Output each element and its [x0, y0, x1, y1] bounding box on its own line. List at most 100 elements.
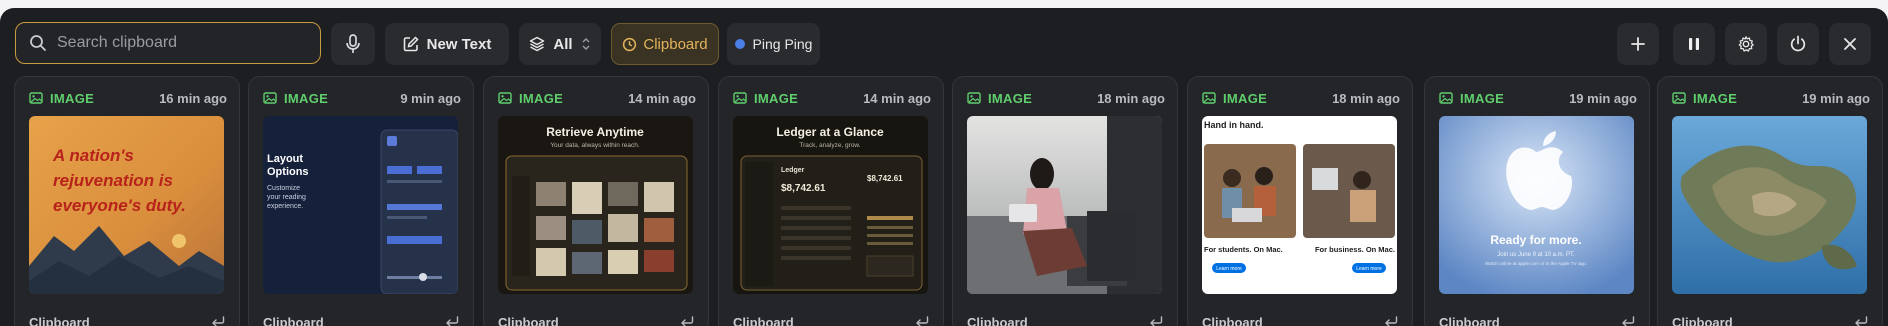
- clip-card[interactable]: IMAGE 18 min ago Hand in hand. For stude…: [1187, 76, 1413, 326]
- layers-icon: [530, 36, 545, 52]
- card-source: Clipboard: [498, 314, 559, 326]
- card-header: IMAGE 19 min ago: [1672, 89, 1870, 107]
- card-type: IMAGE: [284, 90, 329, 106]
- clip-card[interactable]: IMAGE 14 min ago Ledger at a Glance Trac…: [718, 76, 944, 326]
- thumb-amount2: $8,742.61: [867, 174, 903, 183]
- device-label: Ping Ping: [752, 36, 813, 52]
- device-dot: [734, 39, 745, 49]
- paste-return-icon[interactable]: [1149, 316, 1163, 326]
- thumb-text-line2: rejuvenation is: [53, 171, 173, 190]
- card-time: 18 min ago: [1097, 90, 1165, 106]
- card-footer: Clipboard: [1672, 313, 1868, 326]
- search-input[interactable]: [55, 33, 299, 53]
- paste-return-icon[interactable]: [1854, 316, 1868, 326]
- category-clipboard[interactable]: Clipboard: [611, 23, 719, 65]
- card-type: IMAGE: [1693, 90, 1738, 106]
- card-type: IMAGE: [50, 90, 95, 106]
- card-time: 9 min ago: [400, 90, 461, 106]
- search-icon: [30, 35, 46, 51]
- card-source: Clipboard: [1672, 314, 1733, 326]
- card-footer: Clipboard: [1439, 313, 1635, 326]
- paste-return-icon[interactable]: [211, 316, 225, 326]
- card-source: Clipboard: [263, 314, 324, 326]
- thumb-sub1: Customize: [267, 185, 300, 192]
- power-icon: [1790, 35, 1806, 52]
- card-header: IMAGE 14 min ago: [498, 89, 696, 107]
- card-footer: Clipboard: [733, 313, 929, 326]
- clip-card[interactable]: IMAGE 19 min ago Ready for more. Join us…: [1424, 76, 1650, 326]
- image-type-icon: [1202, 92, 1216, 104]
- image-type-icon: [498, 92, 512, 104]
- power-button[interactable]: [1777, 23, 1819, 65]
- image-thumbnail: Ledger at a Glance Track, analyze, grow.…: [733, 116, 928, 294]
- card-footer: Clipboard: [263, 313, 459, 326]
- gear-icon: [1738, 36, 1754, 52]
- microphone-icon: [346, 34, 360, 53]
- filter-label: All: [553, 35, 573, 53]
- paste-return-icon[interactable]: [1621, 316, 1635, 326]
- paste-return-icon[interactable]: [1384, 316, 1398, 326]
- thumb-title: Ledger at a Glance: [776, 125, 884, 139]
- new-text-label: New Text: [426, 35, 492, 53]
- close-button[interactable]: [1829, 23, 1871, 65]
- image-thumbnail: [1672, 116, 1867, 294]
- clip-card[interactable]: IMAGE 19 min ago Clipboard: [1657, 76, 1883, 326]
- image-thumbnail: Layout Options Customize your reading ex…: [263, 116, 458, 294]
- card-header: IMAGE 16 min ago: [29, 89, 227, 107]
- close-icon: [1844, 38, 1856, 50]
- thumb-panel-title: Ledger: [781, 167, 805, 174]
- filter-select[interactable]: All: [519, 23, 601, 65]
- thumb-sub2: Watch online at apple.com or in the Appl…: [1485, 261, 1587, 266]
- card-time: 19 min ago: [1569, 90, 1637, 106]
- clock-icon: [623, 37, 637, 51]
- clip-card[interactable]: IMAGE 14 min ago Retrieve Anytime Your d…: [483, 76, 709, 326]
- thumb-title: Retrieve Anytime: [546, 125, 644, 139]
- thumb-button1: Learn more: [1216, 266, 1242, 272]
- card-type: IMAGE: [754, 90, 799, 106]
- chevron-up-down-icon: [582, 38, 590, 50]
- clipboard-panel: New Text All Clipboard Ping Ping: [0, 8, 1888, 326]
- image-thumbnail: Ready for more. Join us June 9 at 10 a.m…: [1439, 116, 1634, 294]
- image-type-icon: [967, 92, 981, 104]
- image-type-icon: [29, 92, 43, 104]
- thumb-sub: Your data, always within reach.: [550, 142, 640, 149]
- search-box[interactable]: [15, 22, 321, 64]
- clip-card[interactable]: IMAGE 16 min ago A nation's rejuvenation…: [14, 76, 240, 326]
- paste-return-icon[interactable]: [915, 316, 929, 326]
- thumb-caption2: For business. On Mac.: [1315, 245, 1395, 254]
- image-type-icon: [1439, 92, 1453, 104]
- image-type-icon: [1672, 92, 1686, 104]
- card-header: IMAGE 9 min ago: [263, 89, 461, 107]
- paste-return-icon[interactable]: [680, 316, 694, 326]
- clip-card[interactable]: IMAGE 18 min ago Clipboard: [952, 76, 1178, 326]
- voice-input-button[interactable]: [331, 23, 375, 65]
- new-text-button[interactable]: New Text: [385, 23, 509, 65]
- add-button[interactable]: [1617, 23, 1659, 65]
- image-thumbnail: [967, 116, 1162, 294]
- edit-icon: [403, 36, 419, 52]
- card-type: IMAGE: [988, 90, 1033, 106]
- card-source: Clipboard: [29, 314, 90, 326]
- card-type: IMAGE: [519, 90, 564, 106]
- thumb-text-line3: everyone's duty.: [53, 196, 186, 215]
- card-time: 14 min ago: [863, 90, 931, 106]
- image-thumbnail: Retrieve Anytime Your data, always withi…: [498, 116, 693, 294]
- pause-icon: [1689, 38, 1699, 50]
- thumb-amount: $8,742.61: [781, 183, 826, 194]
- image-thumbnail: Hand in hand. For students. On Mac. For …: [1202, 116, 1397, 294]
- device-ping-ping[interactable]: Ping Ping: [727, 23, 820, 65]
- settings-button[interactable]: [1725, 23, 1767, 65]
- paste-return-icon[interactable]: [445, 316, 459, 326]
- clip-card[interactable]: IMAGE 9 min ago Layout Options Customize…: [248, 76, 474, 326]
- plus-icon: [1631, 37, 1645, 51]
- card-footer: Clipboard: [29, 313, 225, 326]
- card-header: IMAGE 18 min ago: [1202, 89, 1400, 107]
- thumb-title: Hand in hand.: [1204, 120, 1264, 130]
- pause-button[interactable]: [1673, 23, 1715, 65]
- image-thumbnail: A nation's rejuvenation is everyone's du…: [29, 116, 224, 294]
- card-type: IMAGE: [1460, 90, 1505, 106]
- thumb-sub2: your reading: [267, 194, 306, 201]
- thumb-caption1: For students. On Mac.: [1204, 245, 1283, 254]
- image-type-icon: [733, 92, 747, 104]
- thumb-sub3: experience.: [267, 203, 303, 210]
